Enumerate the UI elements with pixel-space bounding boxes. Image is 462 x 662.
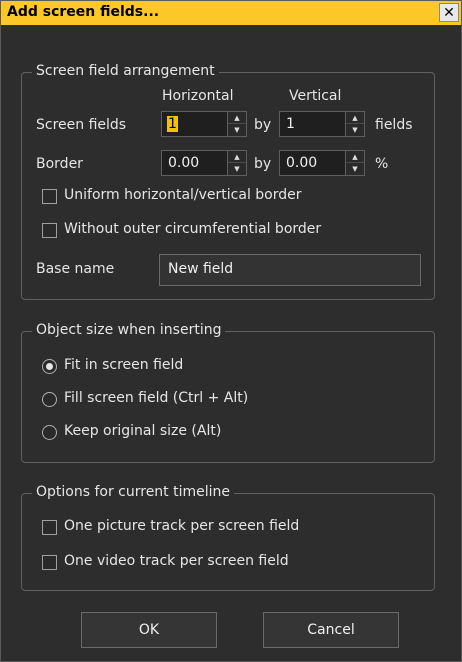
by-label-1: by [254, 117, 272, 133]
ok-button-label: OK [138, 622, 160, 638]
close-icon: ✕ [443, 5, 455, 21]
spin-down-icon[interactable]: ▼ [346, 163, 364, 175]
spin-down-icon[interactable]: ▼ [346, 124, 364, 136]
without-outer-border-checkbox[interactable] [42, 223, 57, 238]
spin-up-icon[interactable]: ▲ [228, 151, 246, 163]
close-button[interactable]: ✕ [439, 3, 459, 22]
screen-field-arrangement-group: Screen field arrangement Horizontal Vert… [21, 63, 435, 300]
timeline-options-legend: Options for current timeline [32, 484, 235, 500]
video-track-label[interactable]: One video track per screen field [64, 553, 289, 569]
horizontal-column-label: Horizontal [162, 88, 234, 104]
screen-fields-horizontal-spinner[interactable]: 1 ▲ ▼ [161, 111, 247, 137]
screen-fields-vertical-spinner[interactable]: 1 ▲ ▼ [279, 111, 365, 137]
border-label: Border [36, 156, 83, 172]
border-vertical-value[interactable]: 0.00 [286, 155, 317, 171]
vertical-column-label: Vertical [289, 88, 342, 104]
spin-up-icon[interactable]: ▲ [346, 151, 364, 163]
border-vertical-spinner[interactable]: 0.00 ▲ ▼ [279, 150, 365, 176]
object-size-legend: Object size when inserting [32, 322, 226, 338]
add-screen-fields-dialog: Add screen fields... ✕ Screen field arra… [0, 0, 462, 662]
screen-field-arrangement-legend: Screen field arrangement [32, 63, 219, 79]
screen-fields-horizontal-arrows[interactable]: ▲ ▼ [227, 112, 246, 136]
cancel-button-label: Cancel [307, 622, 355, 638]
fit-in-screen-field-label[interactable]: Fit in screen field [64, 357, 183, 373]
spin-up-icon[interactable]: ▲ [346, 112, 364, 124]
spin-down-icon[interactable]: ▼ [228, 163, 246, 175]
timeline-options-group: Options for current timeline One picture… [21, 484, 435, 591]
fill-screen-field-label[interactable]: Fill screen field (Ctrl + Alt) [64, 390, 248, 406]
border-horizontal-spinner[interactable]: 0.00 ▲ ▼ [161, 150, 247, 176]
object-size-group: Object size when inserting Fit in screen… [21, 322, 435, 463]
base-name-input[interactable]: New field [159, 254, 421, 286]
spin-up-icon[interactable]: ▲ [228, 112, 246, 124]
border-horizontal-arrows[interactable]: ▲ ▼ [227, 151, 246, 175]
fields-unit-label: fields [375, 117, 413, 133]
base-name-label: Base name [36, 261, 115, 277]
cancel-button[interactable]: Cancel [263, 612, 399, 648]
uniform-border-checkbox[interactable] [42, 189, 57, 204]
picture-track-label[interactable]: One picture track per screen field [64, 518, 299, 534]
screen-fields-label: Screen fields [36, 117, 127, 133]
dialog-title: Add screen fields... [7, 4, 160, 20]
fit-in-screen-field-radio[interactable] [42, 359, 57, 374]
video-track-checkbox[interactable] [42, 555, 57, 570]
uniform-border-label[interactable]: Uniform horizontal/vertical border [64, 187, 302, 203]
spin-down-icon[interactable]: ▼ [228, 124, 246, 136]
picture-track-checkbox[interactable] [42, 520, 57, 535]
keep-original-size-radio[interactable] [42, 425, 57, 440]
border-vertical-arrows[interactable]: ▲ ▼ [345, 151, 364, 175]
base-name-value[interactable]: New field [168, 261, 233, 277]
keep-original-size-label[interactable]: Keep original size (Alt) [64, 423, 221, 439]
without-outer-border-label[interactable]: Without outer circumferential border [64, 221, 321, 237]
by-label-2: by [254, 156, 272, 172]
border-horizontal-value[interactable]: 0.00 [168, 155, 199, 171]
ok-button[interactable]: OK [81, 612, 217, 648]
fill-screen-field-radio[interactable] [42, 392, 57, 407]
screen-fields-horizontal-value[interactable]: 1 [167, 116, 178, 132]
screen-fields-vertical-arrows[interactable]: ▲ ▼ [345, 112, 364, 136]
percent-unit-label: % [375, 156, 389, 172]
screen-fields-vertical-value[interactable]: 1 [286, 116, 295, 132]
title-bar[interactable]: Add screen fields... ✕ [1, 1, 461, 25]
